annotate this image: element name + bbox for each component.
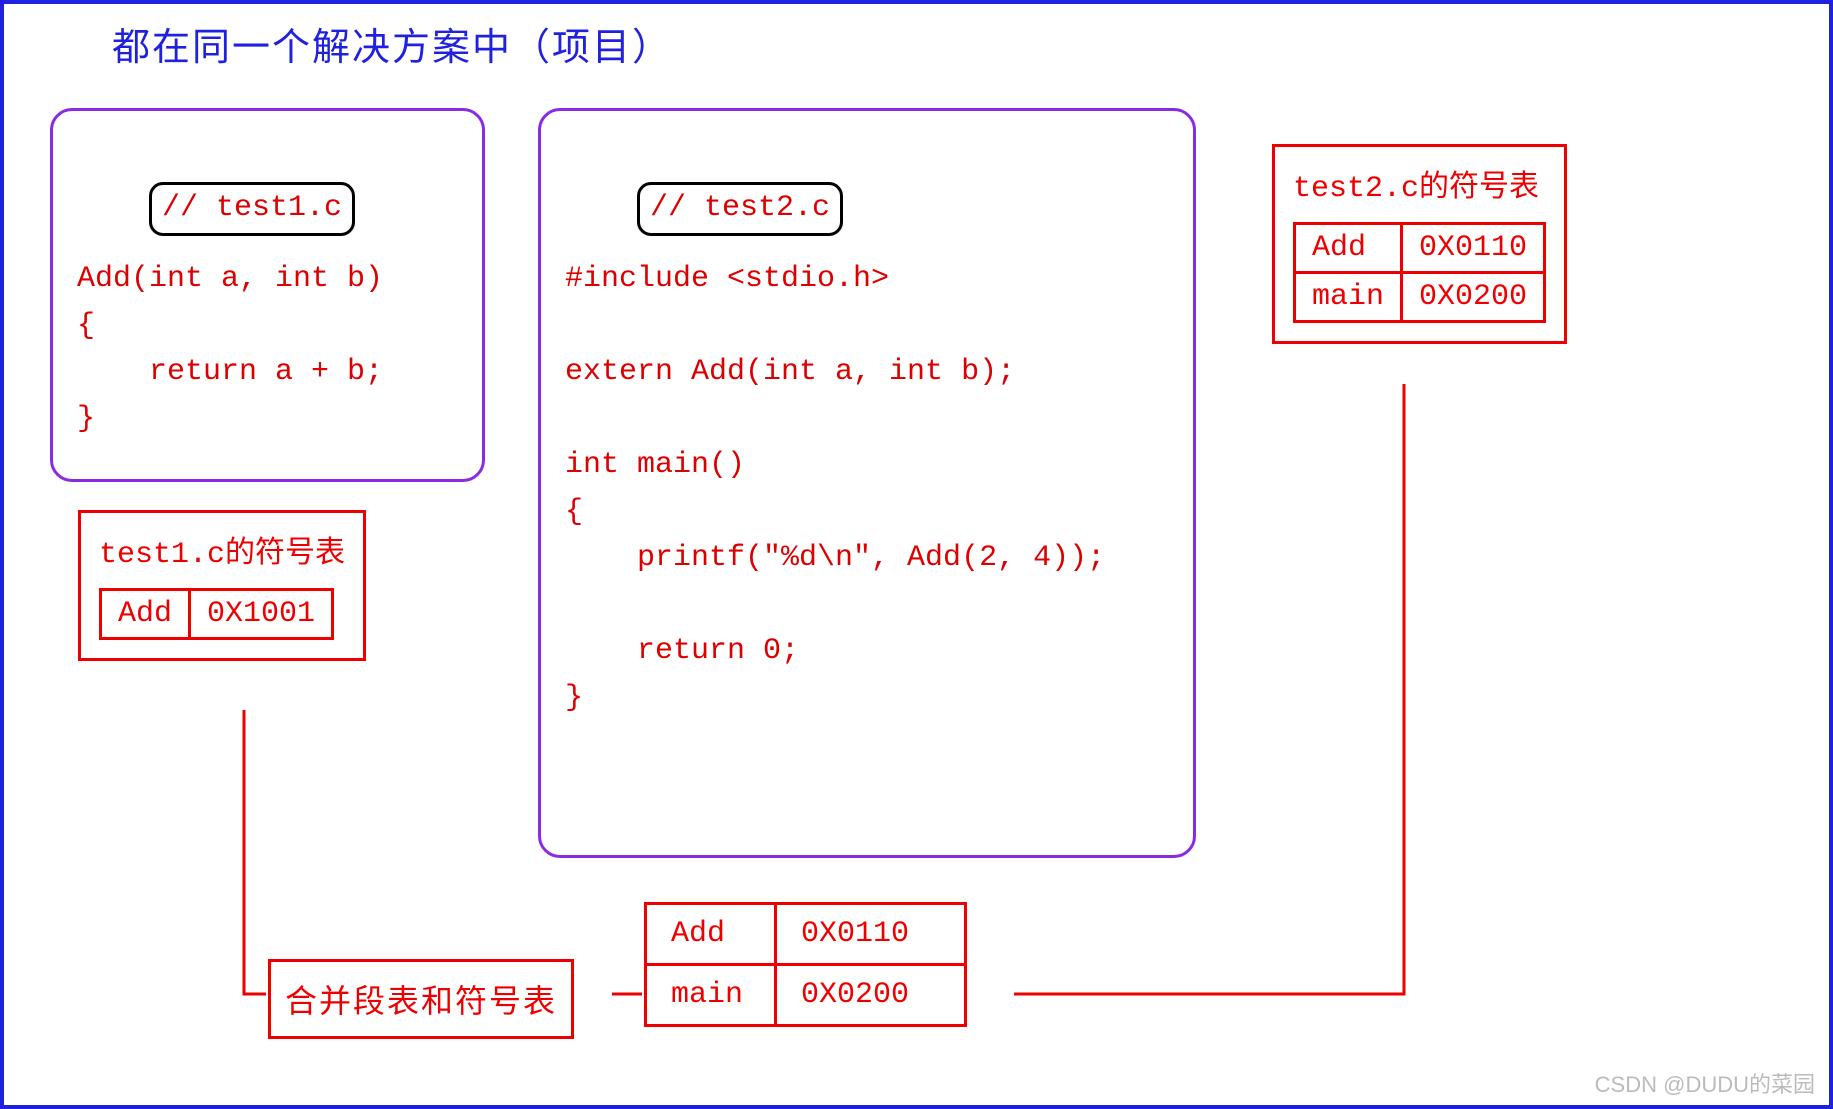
sym-name: main <box>646 965 776 1026</box>
symbol-table-grid-test1: Add 0X1001 <box>99 588 334 640</box>
merge-label: 合并段表和符号表 <box>268 959 574 1039</box>
merged-symbol-table: Add 0X0110 main 0X0200 <box>644 902 967 1027</box>
table-row: Add 0X0110 <box>1295 224 1545 273</box>
table-row: Add 0X1001 <box>101 590 333 639</box>
symbol-table-test1: test1.c的符号表 Add 0X1001 <box>78 510 366 661</box>
sym-name: Add <box>1295 224 1402 273</box>
symbol-table-title-test1: test1.c的符号表 <box>99 527 345 572</box>
table-row: Add 0X0110 <box>646 904 966 965</box>
code-panel-test1: // test1.c Add(int a, int b) { return a … <box>50 108 485 482</box>
sym-addr: 0X1001 <box>190 590 333 639</box>
symbol-table-title-test2: test2.c的符号表 <box>1293 161 1546 206</box>
filename-label-test2: // test2.c <box>637 182 843 237</box>
sym-addr: 0X0110 <box>1402 224 1545 273</box>
watermark: CSDN @DUDU的菜园 <box>1595 1067 1815 1099</box>
sym-addr: 0X0200 <box>776 965 966 1026</box>
sym-addr: 0X0200 <box>1402 273 1545 322</box>
sym-name: Add <box>101 590 190 639</box>
diagram-title: 都在同一个解决方案中（项目） <box>112 16 672 71</box>
filename-label-test1: // test1.c <box>149 182 355 237</box>
table-row: main 0X0200 <box>1295 273 1545 322</box>
table-row: main 0X0200 <box>646 965 966 1026</box>
sym-addr: 0X0110 <box>776 904 966 965</box>
symbol-table-grid-test2: Add 0X0110 main 0X0200 <box>1293 222 1546 323</box>
code-block-test2: #include <stdio.h> extern Add(int a, int… <box>565 256 1169 721</box>
code-panel-test2: // test2.c #include <stdio.h> extern Add… <box>538 108 1196 858</box>
sym-name: main <box>1295 273 1402 322</box>
code-block-test1: Add(int a, int b) { return a + b; } <box>77 256 458 442</box>
symbol-table-test2: test2.c的符号表 Add 0X0110 main 0X0200 <box>1272 144 1567 344</box>
diagram-canvas: 都在同一个解决方案中（项目） // test1.c Add(int a, int… <box>0 0 1833 1109</box>
sym-name: Add <box>646 904 776 965</box>
